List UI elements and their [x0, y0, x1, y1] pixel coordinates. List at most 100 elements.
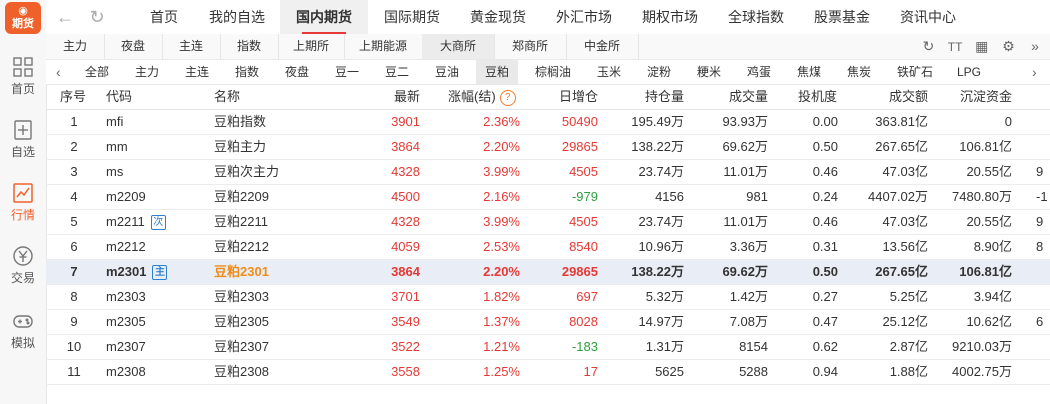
col-code[interactable]: 代码 — [106, 85, 166, 109]
refresh-icon[interactable]: ↻ — [86, 6, 108, 28]
row-index: 4 — [70, 189, 78, 204]
tab-ine[interactable]: 上期能源 — [344, 34, 423, 59]
row-overflow-value — [1036, 260, 1050, 284]
tab-dce[interactable]: 大商所 — [422, 34, 495, 59]
chevron-left-icon[interactable]: ‹ — [56, 60, 61, 84]
back-arrow-icon[interactable]: ← — [54, 6, 76, 28]
table-row[interactable]: 5 m2211 次 豆粕2211 4328 3.99% 4505 23.74万 11.01万 0.… — [46, 210, 1050, 235]
col-settled-funds[interactable]: 沉淀资金 — [948, 85, 1012, 109]
tab-news[interactable]: 资讯中心 — [886, 0, 970, 34]
row-name: 豆粕主力 — [214, 139, 267, 154]
tab-shfe[interactable]: 上期所 — [278, 34, 345, 59]
tab-my-watchlist[interactable]: 我的自选 — [196, 0, 278, 34]
filter-starch[interactable]: 淀粉 — [638, 60, 680, 84]
tab-domestic-futures[interactable]: 国内期货 — [280, 0, 368, 34]
row-change-pct: 1.25% — [483, 364, 520, 379]
row-code: m2209 — [106, 185, 166, 209]
row-name: 豆粕2308 — [214, 364, 269, 379]
tab-options[interactable]: 期权市场 — [628, 0, 712, 34]
row-last-price: 3701 — [391, 289, 420, 304]
sidebar-item-home[interactable]: 首页 — [0, 56, 46, 97]
filter-coke[interactable]: 焦炭 — [838, 60, 880, 84]
row-code: m2212 — [106, 235, 166, 259]
refresh-icon[interactable]: ↻ — [920, 37, 938, 55]
tab-stock-funds[interactable]: 股票基金 — [800, 0, 884, 34]
col-name[interactable]: 名称 — [214, 85, 294, 109]
row-code-text: m2307 — [106, 339, 146, 354]
row-open-interest: 138.22万 — [631, 139, 684, 154]
table-row[interactable]: 11 m2308 豆粕2308 3558 1.25% 17 5625 5288 0.94 1.88… — [46, 360, 1050, 385]
tab-forex[interactable]: 外汇市场 — [542, 0, 626, 34]
row-code: m2305 — [106, 310, 166, 334]
filter-corn[interactable]: 玉米 — [588, 60, 630, 84]
col-open-interest[interactable]: 持仓量 — [624, 85, 684, 109]
filter-rice[interactable]: 粳米 — [688, 60, 730, 84]
tab-cffex[interactable]: 中金所 — [566, 34, 639, 59]
table-row[interactable]: 1 mfi 豆粕指数 3901 2.36% 50490 195.49万 93.93万 0.00 3… — [46, 110, 1050, 135]
tab-main-cont[interactable]: 主连 — [162, 34, 221, 59]
sidebar-item-watchlist[interactable]: 自选 — [0, 119, 46, 160]
tab-global-indices[interactable]: 全球指数 — [714, 0, 798, 34]
expand-icon[interactable]: » — [1026, 37, 1044, 55]
row-turnover: 25.12亿 — [882, 314, 928, 329]
sidebar-item-trade[interactable]: 交易 — [0, 245, 46, 286]
col-index[interactable]: 序号 — [60, 85, 100, 109]
filter-iron-ore[interactable]: 铁矿石 — [888, 60, 942, 84]
row-last-price: 3522 — [391, 339, 420, 354]
sidebar-item-quotes[interactable]: 行情 — [0, 182, 46, 223]
table-row[interactable]: 8 m2303 豆粕2303 3701 1.82% 697 5.32万 1.42万 0.27 5.… — [46, 285, 1050, 310]
sidebar-item-simulate[interactable]: 模拟 — [0, 310, 46, 351]
filter-soybean-2[interactable]: 豆二 — [376, 60, 418, 84]
table-row[interactable]: 10 m2307 豆粕2307 3522 1.21% -183 1.31万 8154 0.62 2… — [46, 335, 1050, 360]
filter-all[interactable]: 全部 — [76, 60, 118, 84]
col-last[interactable]: 最新 — [366, 85, 420, 109]
col-daily-oi-change[interactable]: 日增仓 — [538, 85, 598, 109]
row-speculation: 0.46 — [812, 214, 838, 229]
table-header: 序号 代码 名称 最新 涨幅(结)? 日增仓 持仓量 成交量 投机度 成交额 沉… — [46, 85, 1050, 110]
table-row[interactable]: 2 mm 豆粕主力 3864 2.20% 29865 138.22万 69.62万 0.50 26… — [46, 135, 1050, 160]
text-size-icon[interactable]: TT — [946, 38, 964, 56]
filter-soybean-1[interactable]: 豆一 — [326, 60, 368, 84]
tab-home[interactable]: 首页 — [132, 0, 196, 34]
grid-layout-icon[interactable]: ▦ — [973, 37, 991, 55]
chevron-right-icon[interactable]: › — [1032, 60, 1037, 84]
row-volume: 8154 — [739, 339, 768, 354]
col-speculation[interactable]: 投机度 — [798, 85, 846, 109]
row-daily-oi-change: 29865 — [561, 139, 598, 154]
table-row[interactable]: 7 m2301 主 豆粕2301 3864 2.20% 29865 138.22万 69.62万… — [46, 260, 1050, 285]
row-index: 3 — [70, 164, 78, 179]
table-row[interactable]: 4 m2209 豆粕2209 4500 2.16% -979 4156 981 0.24 4407… — [46, 185, 1050, 210]
table-row[interactable]: 6 m2212 豆粕2212 4059 2.53% 8540 10.96万 3.36万 0.31… — [46, 235, 1050, 260]
filter-lpg[interactable]: LPG — [948, 60, 990, 84]
col-volume[interactable]: 成交量 — [710, 85, 768, 109]
tab-gold-spot[interactable]: 黄金现货 — [456, 0, 540, 34]
filter-night[interactable]: 夜盘 — [276, 60, 318, 84]
filter-main[interactable]: 主力 — [126, 60, 168, 84]
table-row[interactable]: 9 m2305 豆粕2305 3549 1.37% 8028 14.97万 7.08万 0.47… — [46, 310, 1050, 335]
filter-index[interactable]: 指数 — [226, 60, 268, 84]
filter-soybean-meal[interactable]: 豆粕 — [476, 60, 518, 84]
row-overflow-value — [1036, 110, 1050, 134]
help-icon[interactable]: ? — [499, 89, 516, 106]
row-overflow-value — [1036, 360, 1050, 384]
tab-main[interactable]: 主力 — [46, 34, 105, 59]
contract-tag-badge: 次 — [150, 215, 166, 231]
filter-main-cont[interactable]: 主连 — [176, 60, 218, 84]
filter-soybean-oil[interactable]: 豆油 — [426, 60, 468, 84]
logo-text: 期货 — [12, 18, 34, 30]
tab-night[interactable]: 夜盘 — [104, 34, 163, 59]
row-daily-oi-change: 8540 — [569, 239, 598, 254]
tab-czce[interactable]: 郑商所 — [494, 34, 567, 59]
sidebar-item-label: 首页 — [10, 82, 35, 96]
filter-palm-oil[interactable]: 棕榈油 — [528, 60, 578, 84]
table-row[interactable]: 3 ms 豆粕次主力 4328 3.99% 4505 23.74万 11.01万 0.46 47.… — [46, 160, 1050, 185]
filter-coking-coal[interactable]: 焦煤 — [788, 60, 830, 84]
tab-international-futures[interactable]: 国际期货 — [370, 0, 454, 34]
app-logo[interactable]: ◉ 期货 — [5, 2, 41, 34]
sidebar-item-label: 自选 — [10, 145, 35, 159]
gear-icon[interactable]: ⚙ — [999, 37, 1017, 55]
row-speculation: 0.24 — [812, 189, 838, 204]
col-turnover[interactable]: 成交额 — [868, 85, 928, 109]
filter-egg[interactable]: 鸡蛋 — [738, 60, 780, 84]
tab-index[interactable]: 指数 — [220, 34, 279, 59]
